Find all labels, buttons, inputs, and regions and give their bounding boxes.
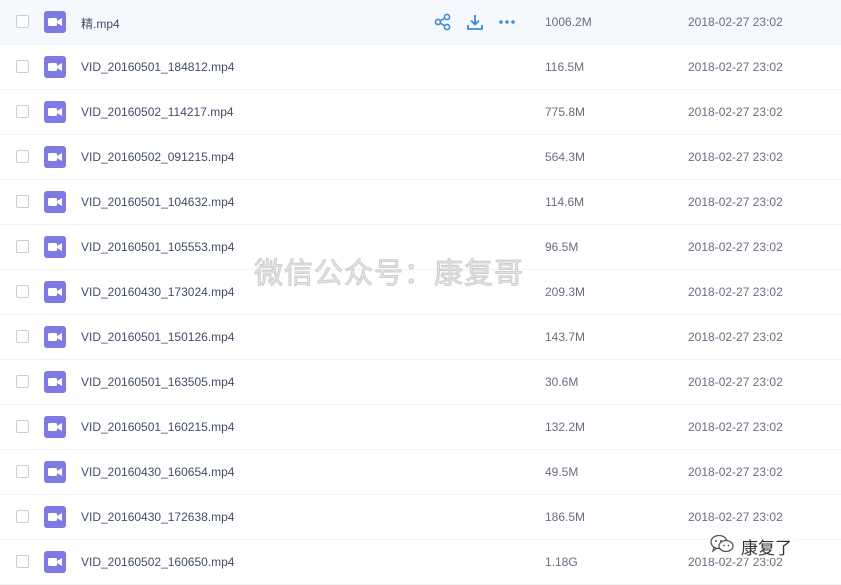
file-name[interactable]: VID_20160430_173024.mp4 (81, 285, 234, 299)
file-row[interactable]: VID_20160501_105553.mp4 96.5M 2018-02-27 2… (0, 225, 841, 270)
file-name[interactable]: VID_20160501_150126.mp4 (81, 330, 234, 344)
file-row[interactable]: VID_20160502_091215.mp4 564.3M 2018-02-27 … (0, 135, 841, 180)
file-name[interactable]: VID_20160501_184812.mp4 (81, 60, 234, 74)
file-size: 116.5M (545, 60, 585, 74)
file-date: 2018-02-27 23:02 (688, 195, 783, 209)
file-list: 精.mp4 1006.2M 2018-02-27 23:02 VID_20160501… (0, 0, 841, 585)
video-file-icon (44, 506, 66, 528)
video-file-icon (44, 101, 66, 123)
file-size: 1006.2M (545, 15, 592, 29)
file-name[interactable]: 精.mp4 (81, 15, 120, 32)
file-name[interactable]: VID_20160501_163505.mp4 (81, 375, 234, 389)
row-checkbox[interactable] (16, 375, 29, 388)
file-size: 1.18G (545, 555, 578, 569)
video-file-icon (44, 191, 66, 213)
file-date: 2018-02-27 23:02 (688, 240, 783, 254)
file-name[interactable]: VID_20160502_160650.mp4 (81, 555, 234, 569)
row-checkbox[interactable] (16, 240, 29, 253)
row-checkbox[interactable] (16, 15, 29, 28)
file-size: 49.5M (545, 465, 579, 479)
wechat-logo-icon (709, 534, 735, 559)
row-checkbox[interactable] (16, 150, 29, 163)
video-file-icon (44, 326, 66, 348)
row-checkbox[interactable] (16, 330, 29, 343)
video-file-icon (44, 11, 66, 33)
row-checkbox[interactable] (16, 195, 29, 208)
file-date: 2018-02-27 23:02 (688, 285, 783, 299)
row-checkbox[interactable] (16, 285, 29, 298)
row-checkbox[interactable] (16, 510, 29, 523)
video-file-icon (44, 56, 66, 78)
file-size: 775.8M (545, 105, 586, 119)
file-size: 564.3M (545, 150, 586, 164)
file-size: 30.6M (545, 375, 579, 389)
share-icon[interactable] (434, 13, 452, 31)
file-row[interactable]: VID_20160501_163505.mp4 30.6M 2018-02-27 2… (0, 360, 841, 405)
file-row[interactable]: VID_20160430_173024.mp4 209.3M 2018-02-27 … (0, 270, 841, 315)
file-name[interactable]: VID_20160501_105553.mp4 (81, 240, 234, 254)
wechat-account-name: 康复了 (741, 538, 792, 559)
file-size: 96.5M (545, 240, 579, 254)
video-file-icon (44, 551, 66, 573)
row-checkbox[interactable] (16, 420, 29, 433)
more-icon[interactable] (498, 13, 516, 31)
file-size: 209.3M (545, 285, 586, 299)
row-checkbox[interactable] (16, 105, 29, 118)
file-date: 2018-02-27 23:02 (688, 420, 783, 434)
file-date: 2018-02-27 23:02 (688, 330, 783, 344)
file-size: 143.7M (545, 330, 586, 344)
file-name[interactable]: VID_20160502_114217.mp4 (81, 105, 234, 119)
file-date: 2018-02-27 23:02 (688, 510, 783, 524)
file-row[interactable]: 精.mp4 1006.2M 2018-02-27 23:02 (0, 0, 841, 45)
file-row[interactable]: VID_20160430_160654.mp4 49.5M 2018-02-27 2… (0, 450, 841, 495)
video-file-icon (44, 461, 66, 483)
download-icon[interactable] (466, 13, 484, 31)
file-date: 2018-02-27 23:02 (688, 375, 783, 389)
file-row[interactable]: VID_20160501_150126.mp4 143.7M 2018-02-27 … (0, 315, 841, 360)
row-checkbox[interactable] (16, 60, 29, 73)
file-date: 2018-02-27 23:02 (688, 465, 783, 479)
video-file-icon (44, 281, 66, 303)
video-file-icon (44, 236, 66, 258)
file-date: 2018-02-27 23:02 (688, 105, 783, 119)
file-date: 2018-02-27 23:02 (688, 15, 783, 29)
file-size: 114.6M (545, 195, 585, 209)
file-row[interactable]: VID_20160502_114217.mp4 775.8M 2018-02-27 … (0, 90, 841, 135)
file-size: 132.2M (545, 420, 586, 434)
file-row[interactable]: VID_20160501_104632.mp4 114.6M 2018-02-27 … (0, 180, 841, 225)
video-file-icon (44, 416, 66, 438)
file-size: 186.5M (545, 510, 586, 524)
file-name[interactable]: VID_20160502_091215.mp4 (81, 150, 234, 164)
file-row[interactable]: VID_20160501_184812.mp4 116.5M 2018-02-27 … (0, 45, 841, 90)
row-checkbox[interactable] (16, 465, 29, 478)
file-row[interactable]: VID_20160501_160215.mp4 132.2M 2018-02-27 … (0, 405, 841, 450)
video-file-icon (44, 146, 66, 168)
file-date: 2018-02-27 23:02 (688, 150, 783, 164)
file-name[interactable]: VID_20160430_160654.mp4 (81, 465, 234, 479)
file-name[interactable]: VID_20160501_160215.mp4 (81, 420, 234, 434)
row-checkbox[interactable] (16, 555, 29, 568)
video-file-icon (44, 371, 66, 393)
file-date: 2018-02-27 23:02 (688, 60, 783, 74)
wechat-badge: 康复了 (709, 534, 796, 559)
file-name[interactable]: VID_20160430_172638.mp4 (81, 510, 234, 524)
file-name[interactable]: VID_20160501_104632.mp4 (81, 195, 234, 209)
